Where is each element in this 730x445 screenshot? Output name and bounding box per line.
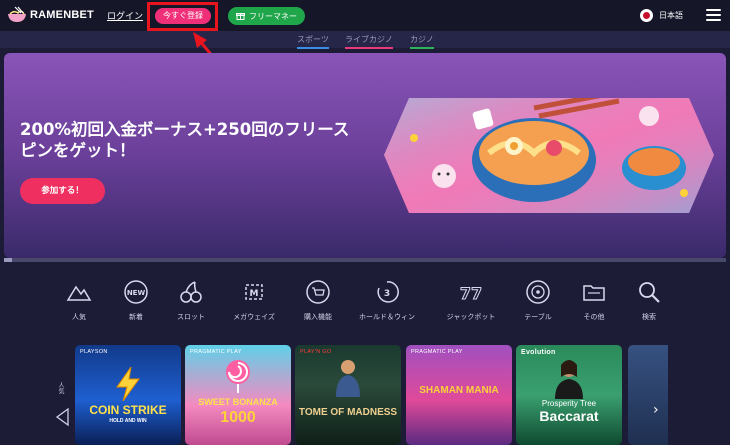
game-provider: PRAGMATIC PLAY <box>411 349 463 355</box>
promo-banner[interactable]: 200%初回入金ボーナス+250回のフリースピンをゲット！ 参加する！ <box>4 53 726 258</box>
gift-icon <box>236 11 245 22</box>
game-card[interactable]: PLAYSON COIN STRIKE HOLD AND WIN <box>75 345 181 445</box>
svg-text:3: 3 <box>384 289 390 299</box>
brand-name: RAMENBET <box>30 9 94 21</box>
brand-logo[interactable]: RAMENBET <box>6 6 94 24</box>
folder-icon <box>583 285 605 301</box>
cherries-icon <box>180 281 202 303</box>
category-search[interactable]: 検索 <box>614 278 684 322</box>
game-title: COIN STRIKE <box>89 403 167 417</box>
ramen-bowl-icon <box>6 6 28 24</box>
hamburger-menu-icon[interactable] <box>706 9 721 22</box>
new-badge-icon: NEW <box>124 280 148 304</box>
game-card[interactable]: PRAGMATIC PLAY SHAMAN MANIA <box>406 345 512 445</box>
game-title: TOME OF MADNESS <box>298 407 398 418</box>
category-megaways[interactable]: M メガウェイズ <box>219 278 289 322</box>
games-carousel: PLAYSON COIN STRIKE HOLD AND WIN PRAGMAT… <box>75 345 655 445</box>
game-card-partial[interactable] <box>628 345 668 445</box>
game-title: SHAMAN MANIA <box>419 385 499 396</box>
game-provider: Evolution <box>521 349 556 356</box>
svg-text:M: M <box>250 289 259 299</box>
sub-navigation: スポーツ ライブカジノ カジノ <box>0 31 730 49</box>
japan-flag-icon <box>640 9 653 22</box>
subnav-item-sports[interactable]: スポーツ <box>297 34 329 49</box>
game-provider: PRAGMATIC PLAY <box>190 349 242 355</box>
svg-text:77: 77 <box>460 284 482 303</box>
language-label: 日本語 <box>659 11 683 20</box>
free-money-button[interactable]: フリーマネー <box>228 7 305 25</box>
category-label: メガウェイズ <box>233 313 275 321</box>
category-jackpot[interactable]: 77 ジャックポット <box>436 278 506 322</box>
category-label: スロット <box>177 313 205 321</box>
category-label: ホールド＆ウィン <box>359 313 415 321</box>
game-card[interactable]: Evolution Prosperity Tree Baccarat <box>516 345 622 445</box>
hold-and-win-icon: 3 <box>377 281 399 303</box>
banner-title: 200%初回入金ボーナス+250回のフリースピンをゲット！ <box>20 120 350 160</box>
game-card[interactable]: PRAGMATIC PLAY SWEET BONANZA 1000 <box>185 345 291 445</box>
login-link[interactable]: ログイン <box>107 9 143 22</box>
section-label: 人気 <box>57 382 64 394</box>
register-button[interactable]: 今すぐ登録 <box>155 8 211 24</box>
game-subtitle: HOLD AND WIN <box>109 418 147 424</box>
category-bar: 人気 NEW 新着 スロット M メガウェイズ 購入機能 3 ホールド＆ウィン … <box>58 278 678 328</box>
game-card[interactable]: PLAY'N GO TOME OF MADNESS <box>295 345 401 445</box>
svg-text:NEW: NEW <box>127 289 146 297</box>
category-slots[interactable]: スロット <box>156 278 226 322</box>
game-provider: PLAYSON <box>80 349 108 355</box>
jackpot-777-icon: 77 <box>459 284 482 304</box>
search-icon <box>639 282 660 303</box>
character-portrait-icon <box>336 360 360 397</box>
megaways-icon: M <box>245 284 263 300</box>
game-title: SWEET BONANZA <box>198 397 278 407</box>
top-bar: RAMENBET ログイン 今すぐ登録 フリーマネー 日本語 <box>0 0 730 31</box>
trophy-icon <box>55 407 69 427</box>
banner-progress <box>4 258 726 262</box>
roulette-icon <box>526 280 550 304</box>
free-money-label: フリーマネー <box>249 11 297 21</box>
ramen-illustration <box>384 98 714 213</box>
dealer-portrait-icon <box>555 360 583 399</box>
game-title: Prosperity Tree <box>541 399 597 408</box>
category-hold-and-win[interactable]: 3 ホールド＆ウィン <box>352 278 422 322</box>
category-label: ジャックポット <box>446 313 496 321</box>
lightning-icon <box>116 367 140 401</box>
game-subtitle: 1000 <box>220 409 256 426</box>
lollipop-icon <box>226 360 250 393</box>
category-buy-feature[interactable]: 購入機能 <box>283 278 353 322</box>
category-label: 検索 <box>642 313 656 321</box>
subnav-item-live-casino[interactable]: ライブカジノ <box>345 34 393 49</box>
language-selector[interactable]: 日本語 <box>640 9 683 22</box>
join-button[interactable]: 参加する！ <box>20 178 105 204</box>
shopping-cart-icon <box>306 280 330 304</box>
category-label: 購入機能 <box>304 313 332 321</box>
subnav-item-casino[interactable]: カジノ <box>410 34 434 49</box>
mountain-icon <box>66 285 92 301</box>
game-subtitle: Baccarat <box>539 408 599 424</box>
carousel-next-icon[interactable]: › <box>653 402 659 418</box>
game-provider: PLAY'N GO <box>300 349 332 355</box>
